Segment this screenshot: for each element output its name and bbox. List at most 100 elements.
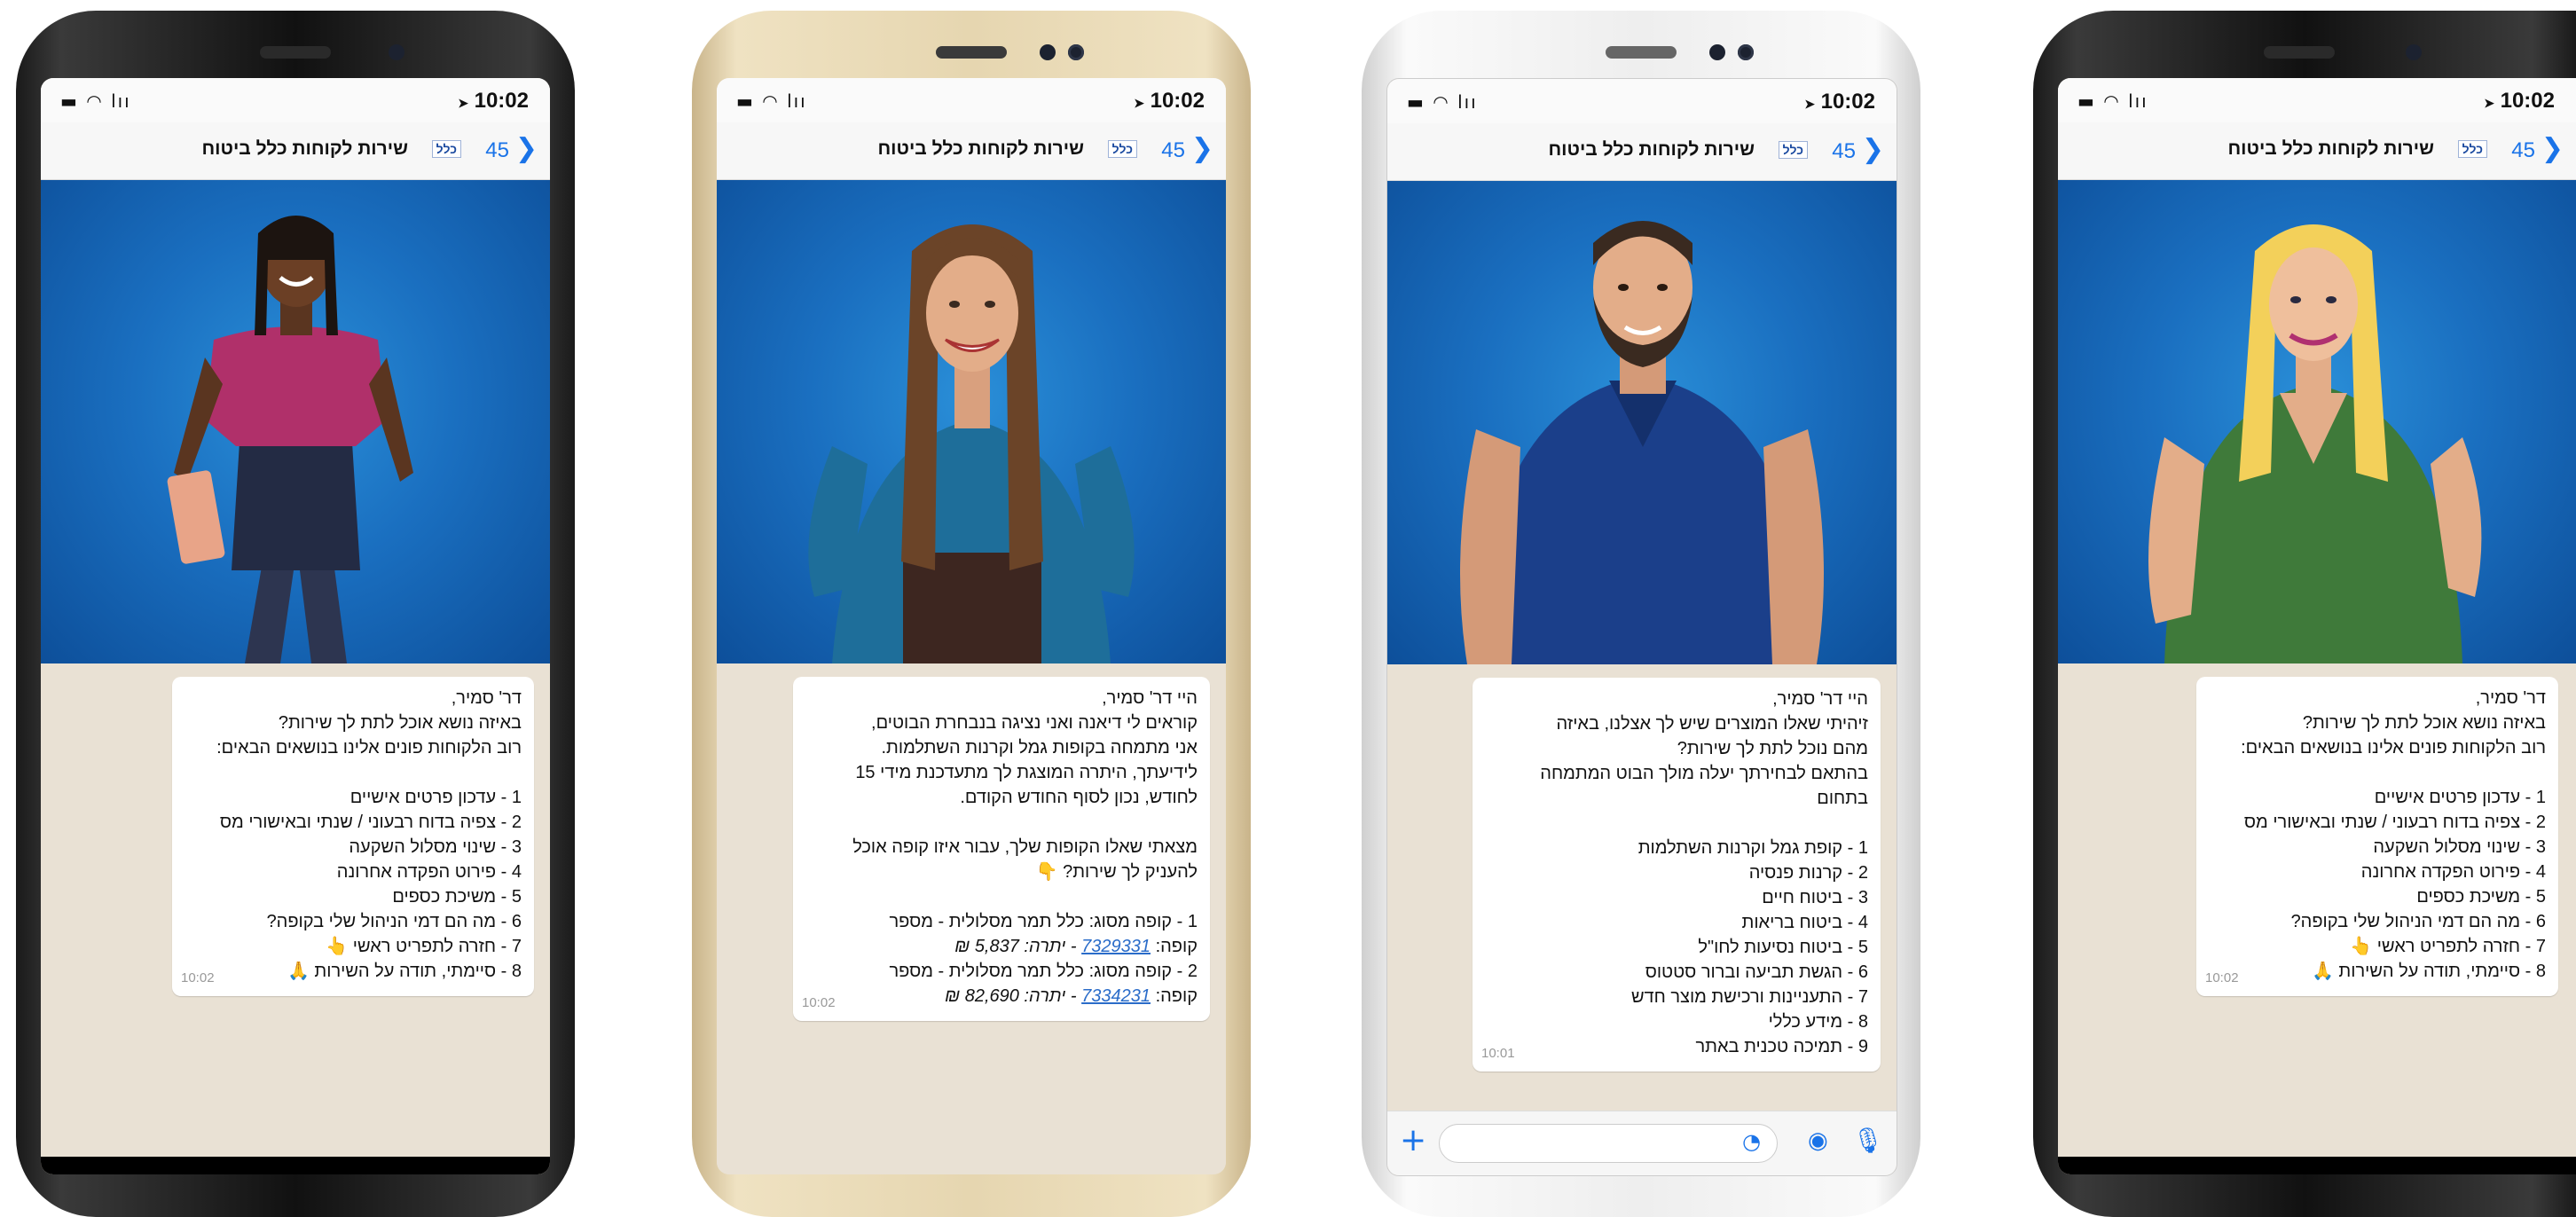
chat-title[interactable]: שירות לקוחות כלל ביטוח [1548, 139, 1755, 161]
phone-2: ▬ ◠ lıı ➤ 10:02 ❯ 45 כלל שירות לקוחות כל… [692, 11, 1251, 1217]
front-camera [1709, 44, 1725, 60]
front-sensor [1068, 44, 1084, 60]
bot-avatar-banner [1387, 181, 1897, 664]
message-line: קוראים לי דיאנה ואני נציגה בנבחרת הבוטים… [871, 713, 1198, 733]
message-bubble[interactable]: היי דר' סמיר, קוראים לי דיאנה ואני נציגה… [793, 677, 1210, 1021]
message-gap [805, 884, 1198, 909]
message-line: בתחום [1817, 789, 1868, 808]
add-attachment-icon[interactable]: + [1400, 1122, 1426, 1158]
back-chevron-icon[interactable]: ❯ [1191, 133, 1213, 164]
menu-option: 8 - סיימתי, תודה על השירות 🙏 [287, 962, 522, 981]
chat-title[interactable]: שירות לקוחות כלל ביטוח [877, 138, 1084, 160]
bot-avatar-woman-long-hair [808, 224, 1135, 663]
unread-count[interactable]: 45 [1161, 138, 1185, 163]
status-time: ➤ 10:02 [1804, 90, 1875, 114]
fund-option-2-details: קופה: 7334231 - יתרה: 82,690 ₪ [945, 986, 1198, 1006]
unread-count[interactable]: 45 [1832, 139, 1856, 164]
front-camera [389, 44, 404, 60]
menu-option: 7 - חזרה לתפריט ראשי 👆 [326, 937, 522, 956]
location-icon: ➤ [2484, 96, 2494, 110]
status-time: ➤ 10:02 [458, 89, 529, 113]
menu-option: 7 - חזרה לתפריט ראשי 👆 [2350, 937, 2546, 956]
chat-title[interactable]: שירות לקוחות כלל ביטוח [201, 138, 408, 160]
message-bubble[interactable]: היי דר' סמיר, זיהיתי שאלו המוצרים שיש לך… [1473, 678, 1881, 1072]
camera-icon[interactable]: ◉ [1808, 1127, 1828, 1154]
chat-title[interactable]: שירות לקוחות כלל ביטוח [2227, 138, 2434, 160]
message-line: בהתאם לבחירתך יעלה מולך הבוט המתמחה [1540, 764, 1868, 783]
unread-count[interactable]: 45 [485, 138, 509, 163]
message-composer: + ◔ ◉ 🎙 [1387, 1111, 1897, 1175]
brand-logo: כלל [1778, 141, 1808, 159]
menu-option: 7 - התעניינות ורכישת מוצר חדש [1630, 987, 1868, 1007]
message-line: מהם נוכל לתת לך שירות? [1677, 739, 1868, 758]
status-time: ➤ 10:02 [2484, 89, 2555, 113]
message-line: אני מתמחה בקופות גמל וקרנות השתלמות. [881, 738, 1198, 758]
status-bar: ▬ ◠ lıı ➤ 10:02 [1387, 79, 1897, 123]
brand-logo: כלל [2457, 140, 2487, 158]
fund-option-2: 2 - קופה מסוג: כלל תמר מסלולית - מספר [889, 962, 1198, 981]
bot-avatar-banner [2058, 180, 2576, 663]
sticker-icon[interactable]: ◔ [1742, 1129, 1761, 1154]
fund-number-link[interactable]: 7329331 [1081, 937, 1151, 956]
message-line: רוב הלקוחות פונים אלינו בנושאים הבאים: [2241, 738, 2546, 758]
status-bar: ▬ ◠ lıı ➤ 10:02 [41, 78, 550, 122]
bot-avatar-woman-braids [167, 216, 413, 663]
phone-4: ▬ ◠ lıı ➤ 10:02 ❯ 45 כלל שירות לקוחות כל… [2033, 11, 2576, 1217]
message-gap [805, 810, 1198, 835]
front-camera [2406, 44, 2422, 60]
menu-option: 6 - מה הם דמי הניהול שלי בקופה? [266, 912, 522, 931]
message-time: 10:02 [181, 970, 215, 985]
message-line: דר' סמיר, [2475, 688, 2546, 708]
phone-screen: ▬ ◠ lıı ➤ 10:02 ❯ 45 כלל שירות לקוחות כל… [717, 78, 1226, 1174]
message-line: באיזה נושא אוכל לתת לך שירות? [2302, 713, 2546, 733]
phone-screen: ▬ ◠ lıı ➤ 10:02 ❯ 45 כלל שירות לקוחות כל… [1386, 78, 1897, 1176]
menu-option: 8 - מידע כללי [1768, 1012, 1868, 1032]
bot-avatar-man-beard [1460, 221, 1824, 664]
front-camera [1040, 44, 1056, 60]
back-chevron-icon[interactable]: ❯ [2541, 133, 2564, 164]
message-line: היי דר' סמיר, [1772, 689, 1868, 709]
menu-option: 3 - ביטוח חיים [1762, 888, 1868, 907]
message-line: באיזה נושא אוכל לתת לך שירות? [278, 713, 522, 733]
menu-option: 1 - עדכון פרטים אישיים [349, 788, 522, 807]
microphone-icon[interactable]: 🎙 [1852, 1126, 1884, 1155]
fund-option-1: 1 - קופה מסוג: כלל תמר מסלולית - מספר [889, 912, 1198, 931]
menu-option: 5 - ביטוח נסיעות לחו"ל [1698, 938, 1868, 957]
home-bar [2058, 1157, 2576, 1174]
menu-option: 2 - קרנות פנסיה [1748, 863, 1868, 883]
message-line: לידיעתך, היתרה המוצגת לך מתעדכנת מידי 15 [855, 763, 1198, 782]
chat-header: ❯ 45 כלל שירות לקוחות כלל ביטוח [41, 122, 550, 180]
earpiece [936, 46, 1007, 59]
message-bubble[interactable]: דר' סמיר, באיזה נושא אוכל לתת לך שירות? … [172, 677, 534, 996]
message-gap [2209, 760, 2546, 785]
location-icon: ➤ [458, 96, 468, 110]
earpiece [260, 46, 331, 59]
message-line: רוב הלקוחות פונים אלינו בנושאים הבאים: [216, 738, 522, 758]
home-bar [41, 1157, 550, 1174]
message-input[interactable] [1439, 1124, 1778, 1163]
menu-option: 9 - תמיכה טכנית באתר [1695, 1037, 1868, 1056]
message-line: זיהיתי שאלו המוצרים שיש לך אצלנו, באיזה [1556, 714, 1868, 734]
menu-option: 5 - משיכת כספים [2416, 887, 2546, 907]
menu-option: 3 - שינוי מסלול השקעה [349, 837, 522, 857]
message-bubble[interactable]: דר' סמיר, באיזה נושא אוכל לתת לך שירות? … [2196, 677, 2558, 996]
back-chevron-icon[interactable]: ❯ [1862, 134, 1884, 165]
menu-option: 4 - ביטוח בריאות [1741, 913, 1868, 932]
menu-option: 6 - הגשת תביעה וברור סטטוס [1645, 962, 1868, 982]
message-line: היי דר' סמיר, [1102, 688, 1198, 708]
menu-option: 4 - פירוט הפקדה אחרונה [336, 862, 522, 882]
menu-option: 6 - מה הם דמי הניהול שלי בקופה? [2290, 912, 2546, 931]
location-icon: ➤ [1134, 96, 1144, 110]
back-chevron-icon[interactable]: ❯ [515, 133, 538, 164]
message-time: 10:02 [802, 995, 836, 1010]
message-gap [1485, 811, 1868, 836]
status-bar: ▬ ◠ lıı ➤ 10:02 [2058, 78, 2576, 122]
menu-option: 5 - משיכת כספים [392, 887, 522, 907]
chat-header: ❯ 45 כלל שירות לקוחות כלל ביטוח [1387, 123, 1897, 181]
menu-option: 4 - פירוט הפקדה אחרונה [2360, 862, 2546, 882]
chat-header: ❯ 45 כלל שירות לקוחות כלל ביטוח [2058, 122, 2576, 180]
message-line: מצאתי שאלו הקופות שלך, עבור איזו קופה או… [852, 837, 1198, 857]
unread-count[interactable]: 45 [2511, 138, 2535, 163]
fund-number-link[interactable]: 7334231 [1081, 986, 1151, 1006]
status-icons: ▬ ◠ lıı [1407, 91, 1478, 113]
